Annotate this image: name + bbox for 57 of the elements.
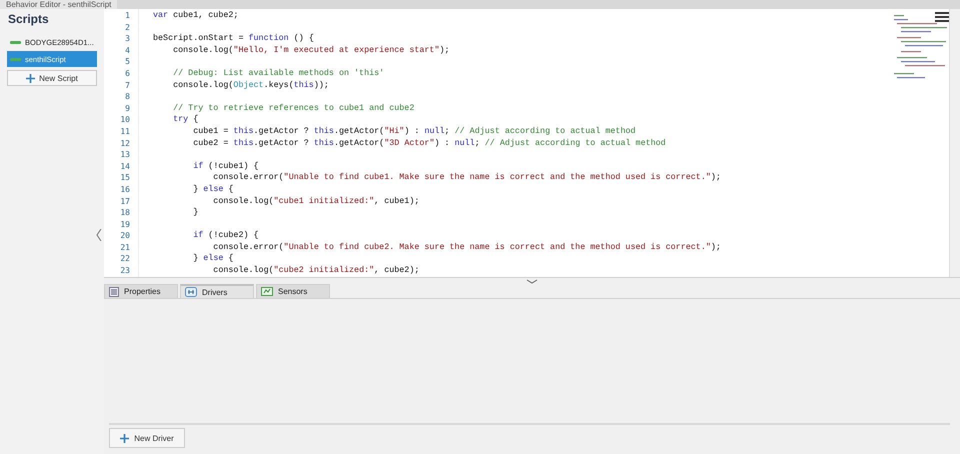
line-number: 13 <box>120 149 130 161</box>
code-line: // Try to retrieve references to cube1 and cube2 <box>172 102 416 114</box>
line-number: 15 <box>120 172 130 184</box>
line-number: 8 <box>125 91 130 103</box>
line-number: 6 <box>125 68 130 80</box>
line-number: 18 <box>120 207 130 219</box>
chevron-down-icon[interactable] <box>526 278 538 284</box>
code-line: try { <box>172 114 200 126</box>
scrollbar[interactable] <box>949 9 960 277</box>
line-number: 7 <box>125 80 130 92</box>
line-number: 23 <box>120 265 130 277</box>
plus-icon <box>120 434 130 442</box>
panel-tab[interactable]: Sensors <box>256 284 330 298</box>
line-number: 20 <box>120 230 130 242</box>
new-driver-button[interactable]: New Driver <box>109 428 185 448</box>
panel-tab[interactable]: Drivers <box>180 284 254 298</box>
code-line: var cube1, cube2; <box>153 10 240 22</box>
line-number: 1 <box>125 10 130 22</box>
line-number: 5 <box>125 56 130 68</box>
code-line: } else { <box>192 184 234 196</box>
sidebar-title: Scripts <box>8 12 50 26</box>
line-number: 21 <box>120 242 130 254</box>
line-number: 3 <box>125 33 130 45</box>
line-number: 9 <box>125 102 130 114</box>
sensor-icon <box>261 286 273 296</box>
line-number: 14 <box>120 160 130 172</box>
line-number: 19 <box>120 218 130 230</box>
panel-tab[interactable]: Properties <box>104 284 178 298</box>
new-script-button[interactable]: New Script <box>7 70 97 86</box>
code-line: console.log("cube1 initialized:", cube1); <box>212 196 420 208</box>
line-number: 12 <box>120 138 130 150</box>
plus-icon <box>26 74 36 82</box>
code-line: console.log("Hello, I'm executed at experience start"); <box>172 44 451 56</box>
driver-icon <box>185 287 197 297</box>
code-line: console.log(Object.keys(this)); <box>172 80 330 92</box>
chevron-left-icon[interactable] <box>96 229 102 241</box>
code-line: if (!cube1) { <box>192 160 260 172</box>
code-line: cube1 = this.getActor ? this.getActor("Hi") : null; // Adjust according to actual method <box>192 126 637 138</box>
code-line: if (!cube2) { <box>192 230 260 242</box>
code-line: console.log("cube2 initialized:", cube2); <box>212 265 420 277</box>
list-icon <box>109 286 119 296</box>
code-line: console.error("Unable to find cube1. Make sure the name is correct and the method used is correct."); <box>212 172 722 184</box>
code-line: beScript.onStart = function () { <box>153 33 315 45</box>
code-line: } <box>192 207 200 219</box>
line-number: 22 <box>120 253 130 266</box>
line-number: 10 <box>120 114 130 126</box>
line-number: 2 <box>125 22 130 34</box>
code-line: } else { <box>192 253 234 266</box>
line-number: 11 <box>120 126 130 138</box>
code-line: // Debug: List available methods on 'this' <box>172 68 386 80</box>
line-number: 17 <box>120 196 130 208</box>
menu-icon[interactable] <box>935 11 949 23</box>
line-number: 4 <box>125 44 130 56</box>
code-line: console.error("Unable to find cube2. Make sure the name is correct and the method used is correct."); <box>212 242 722 254</box>
code-line: cube2 = this.getActor ? this.getActor("3D Actor") : null; // Adjust according to actual method <box>192 138 667 150</box>
line-number: 16 <box>120 184 130 196</box>
window-title: Behavior Editor - senthilScript <box>0 0 118 9</box>
